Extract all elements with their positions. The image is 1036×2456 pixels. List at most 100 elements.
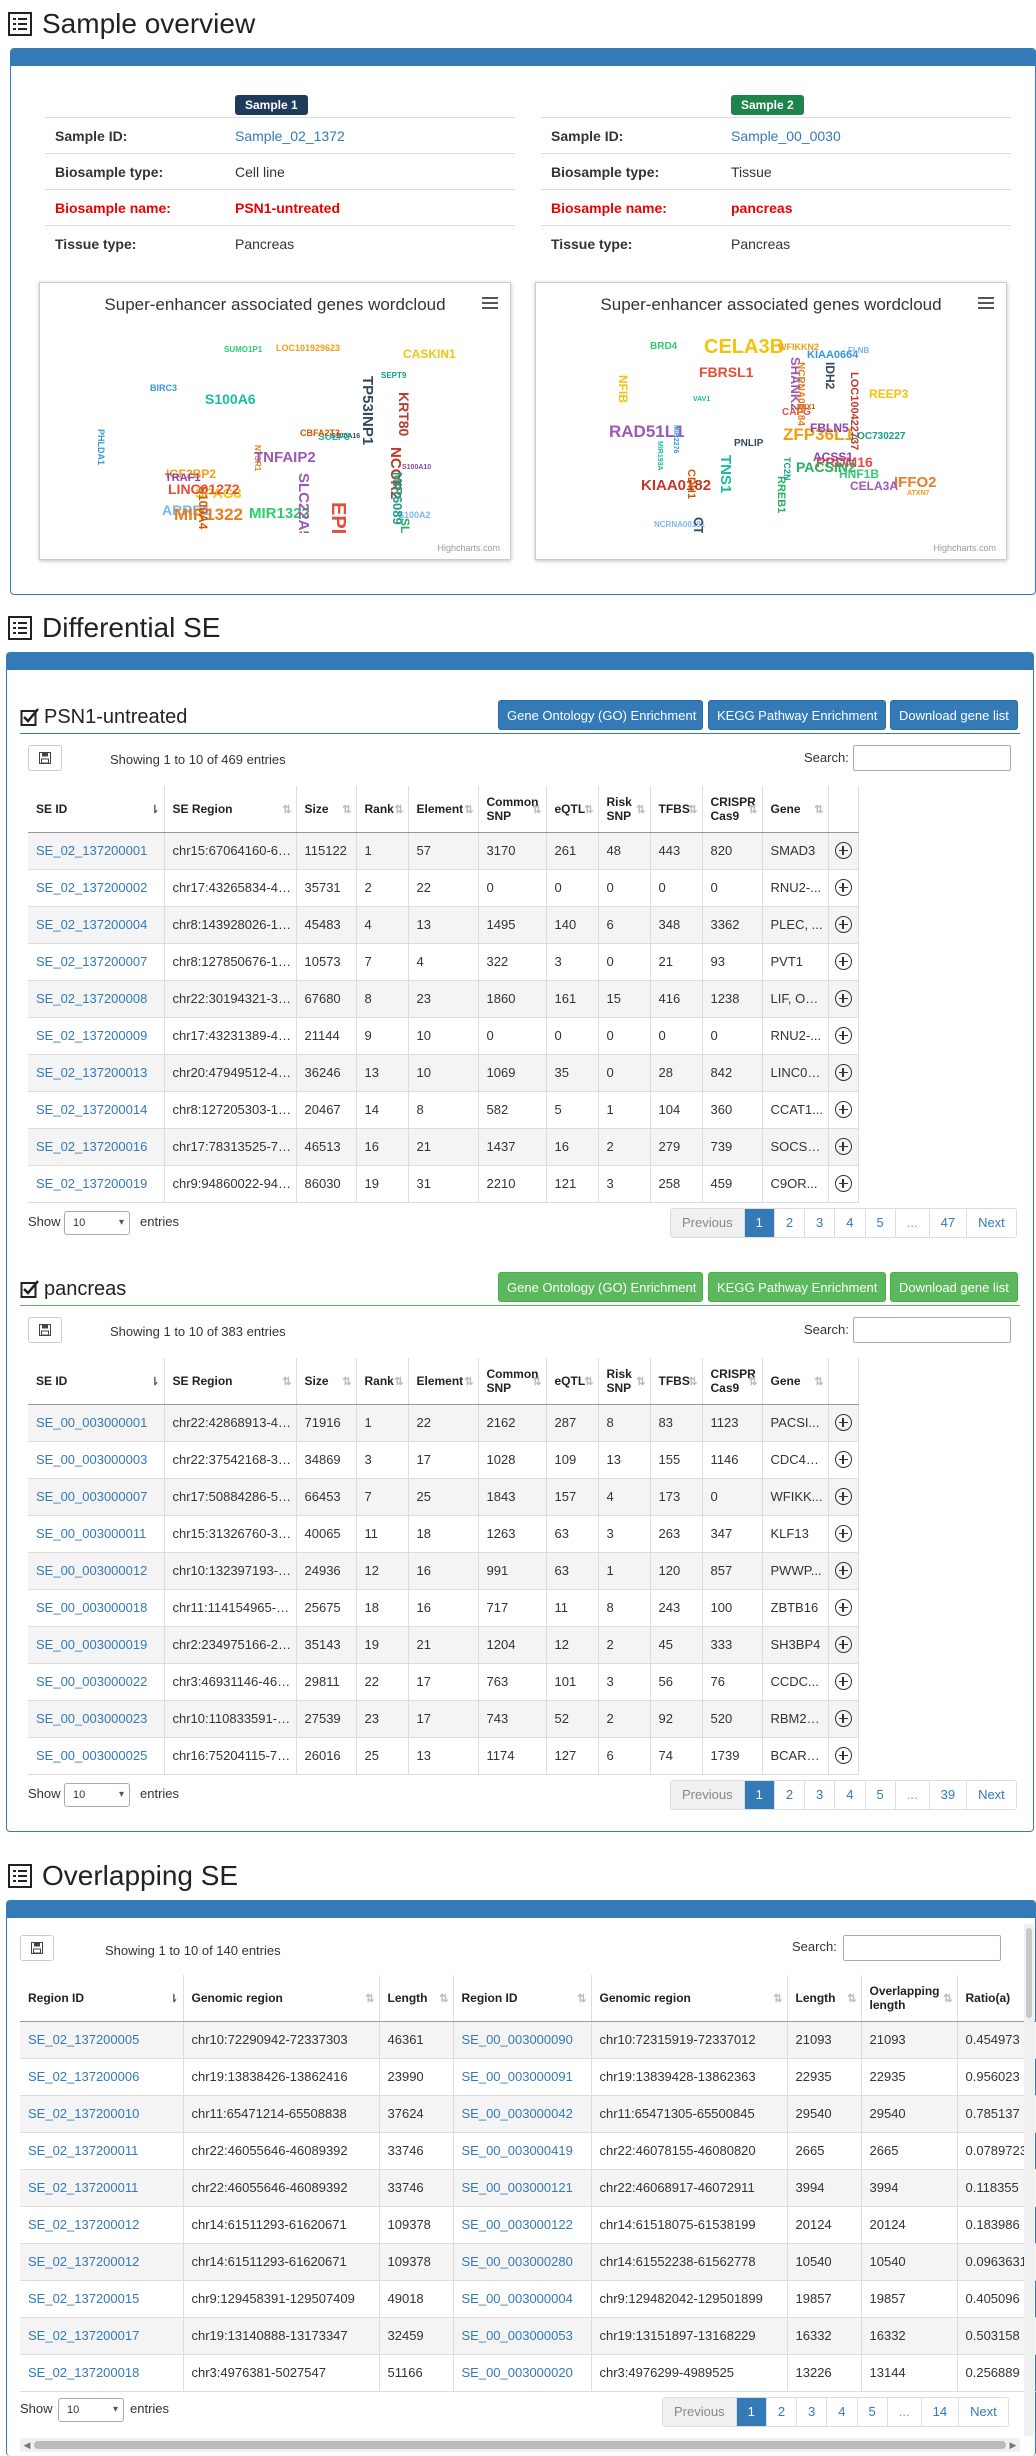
se-id-link[interactable]: SE_02_137200014 <box>28 1091 165 1129</box>
page-button[interactable]: 3 <box>804 1209 834 1237</box>
highcharts-credit[interactable]: Highcharts.com <box>933 543 996 553</box>
plus-circle-icon[interactable] <box>834 1027 852 1045</box>
download-gene-list-button[interactable]: Download gene list <box>890 700 1018 730</box>
kegg-enrichment-button[interactable]: KEGG Pathway Enrichment <box>708 1272 886 1302</box>
column-header[interactable]: eQTL ⇅ <box>546 1358 599 1405</box>
region-id-link[interactable]: SE_02_137200012 <box>20 2206 184 2244</box>
column-header[interactable]: Gene ⇅ <box>762 1358 829 1405</box>
column-header[interactable]: eQTL ⇅ <box>546 786 599 833</box>
se-id-link[interactable]: SE_00_003000018 <box>28 1589 165 1627</box>
plus-circle-icon[interactable] <box>834 1636 852 1654</box>
expand-cell[interactable] <box>828 1441 859 1479</box>
go-enrichment-button[interactable]: Gene Ontology (GO) Enrichment <box>498 1272 703 1302</box>
se-id-link[interactable]: SE_00_003000022 <box>28 1663 165 1701</box>
expand-cell[interactable] <box>828 1626 859 1664</box>
plus-circle-icon[interactable] <box>834 990 852 1008</box>
plus-circle-icon[interactable] <box>834 1747 852 1765</box>
se-id-link[interactable]: SE_02_137200007 <box>28 943 165 981</box>
expand-cell[interactable] <box>828 943 859 981</box>
expand-cell[interactable] <box>828 1700 859 1738</box>
page-button[interactable]: 4 <box>834 1781 864 1809</box>
page-button[interactable]: 2 <box>773 1209 804 1237</box>
previous-page-button[interactable]: Previous <box>671 1781 744 1809</box>
page-button[interactable]: 3 <box>804 1781 834 1809</box>
next-page-button[interactable]: Next <box>966 1209 1016 1237</box>
column-header[interactable]: Element ⇅ <box>408 1358 479 1405</box>
plus-circle-icon[interactable] <box>834 1673 852 1691</box>
previous-page-button[interactable]: Previous <box>663 2398 736 2426</box>
plus-circle-icon[interactable] <box>834 1138 852 1156</box>
page-button[interactable]: 5 <box>856 2398 887 2426</box>
expand-cell[interactable] <box>828 1054 859 1092</box>
se-id-link[interactable]: SE_00_003000025 <box>28 1737 165 1775</box>
page-button[interactable]: 2 <box>773 1781 804 1809</box>
horizontal-scrollbar[interactable]: ◀ ▶ <box>20 2438 1020 2452</box>
expand-cell[interactable] <box>828 980 859 1018</box>
se-id-link[interactable]: SE_00_003000012 <box>28 1552 165 1590</box>
column-header[interactable]: Risk SNP ⇅ <box>598 786 651 833</box>
expand-cell[interactable] <box>828 1478 859 1516</box>
se-id-link[interactable]: SE_00_003000023 <box>28 1700 165 1738</box>
expand-cell[interactable] <box>828 1515 859 1553</box>
save-button[interactable] <box>20 1935 54 1961</box>
expand-cell[interactable] <box>828 1663 859 1701</box>
se-id-link[interactable]: SE_00_003000011 <box>28 1515 165 1553</box>
expand-cell[interactable] <box>828 1091 859 1129</box>
region-id-link[interactable]: SE_00_003000121 <box>453 2169 592 2207</box>
previous-page-button[interactable]: Previous <box>671 1209 744 1237</box>
plus-circle-icon[interactable] <box>834 842 852 860</box>
page-button[interactable]: 14 <box>920 2398 958 2426</box>
se-id-link[interactable]: SE_00_003000001 <box>28 1404 165 1442</box>
region-id-link[interactable]: SE_02_137200015 <box>20 2280 184 2318</box>
region-id-link[interactable]: SE_00_003000020 <box>453 2354 592 2392</box>
expand-cell[interactable] <box>828 869 859 907</box>
region-id-link[interactable]: SE_00_003000042 <box>453 2095 592 2133</box>
page-size-select[interactable]: 10 <box>64 1211 130 1235</box>
plus-circle-icon[interactable] <box>834 1451 852 1469</box>
page-button[interactable]: 5 <box>864 1209 895 1237</box>
expand-cell[interactable] <box>828 1552 859 1590</box>
region-id-link[interactable]: SE_02_137200018 <box>20 2354 184 2392</box>
page-button[interactable]: 1 <box>743 1209 774 1237</box>
se-id-link[interactable]: SE_02_137200019 <box>28 1165 165 1203</box>
vertical-scrollbar[interactable] <box>1024 1924 1034 2436</box>
go-enrichment-button[interactable]: Gene Ontology (GO) Enrichment <box>498 700 703 730</box>
se-id-link[interactable]: SE_02_137200001 <box>28 832 165 870</box>
column-header[interactable]: Rank ⇅ <box>356 786 409 833</box>
se-id-link[interactable]: SE_02_137200008 <box>28 980 165 1018</box>
column-header[interactable]: TFBS ⇅ <box>650 1358 703 1405</box>
page-button[interactable]: 4 <box>834 1209 864 1237</box>
expand-cell[interactable] <box>828 1165 859 1203</box>
page-button[interactable]: 47 <box>928 1209 966 1237</box>
column-header[interactable]: CRISPR Cas9 ⇅ <box>702 1358 763 1405</box>
hamburger-menu-icon[interactable] <box>978 297 994 312</box>
scroll-left-icon[interactable]: ◀ <box>20 2438 34 2452</box>
page-button[interactable]: 4 <box>826 2398 856 2426</box>
save-button[interactable] <box>28 1317 62 1343</box>
page-button[interactable]: 1 <box>735 2398 766 2426</box>
plus-circle-icon[interactable] <box>834 1710 852 1728</box>
se-id-link[interactable]: SE_02_137200004 <box>28 906 165 944</box>
page-button[interactable]: 3 <box>796 2398 826 2426</box>
region-id-link[interactable]: SE_00_003000090 <box>453 2021 592 2059</box>
scrollbar-thumb[interactable] <box>1026 1928 1032 2018</box>
search-input[interactable] <box>853 1317 1011 1343</box>
column-header[interactable]: Element ⇅ <box>408 786 479 833</box>
page-button[interactable]: 1 <box>743 1781 774 1809</box>
se-id-link[interactable]: SE_02_137200016 <box>28 1128 165 1166</box>
column-header[interactable]: Length ⇅ <box>787 1975 862 2022</box>
region-id-link[interactable]: SE_02_137200010 <box>20 2095 184 2133</box>
expand-cell[interactable] <box>828 1737 859 1775</box>
column-header[interactable]: CRISPR Cas9 ⇅ <box>702 786 763 833</box>
column-header[interactable]: Risk SNP ⇅ <box>598 1358 651 1405</box>
plus-circle-icon[interactable] <box>834 1175 852 1193</box>
plus-circle-icon[interactable] <box>834 1599 852 1617</box>
region-id-link[interactable]: SE_00_003000280 <box>453 2243 592 2281</box>
region-id-link[interactable]: SE_00_003000004 <box>453 2280 592 2318</box>
region-id-link[interactable]: SE_02_137200011 <box>20 2132 184 2170</box>
plus-circle-icon[interactable] <box>834 1414 852 1432</box>
column-header[interactable]: Genomic region ⇅ <box>591 1975 788 2022</box>
column-header[interactable]: Common SNP ⇅ <box>478 786 547 833</box>
scroll-right-icon[interactable]: ▶ <box>1006 2438 1020 2452</box>
column-header[interactable]: Length ⇅ <box>379 1975 454 2022</box>
